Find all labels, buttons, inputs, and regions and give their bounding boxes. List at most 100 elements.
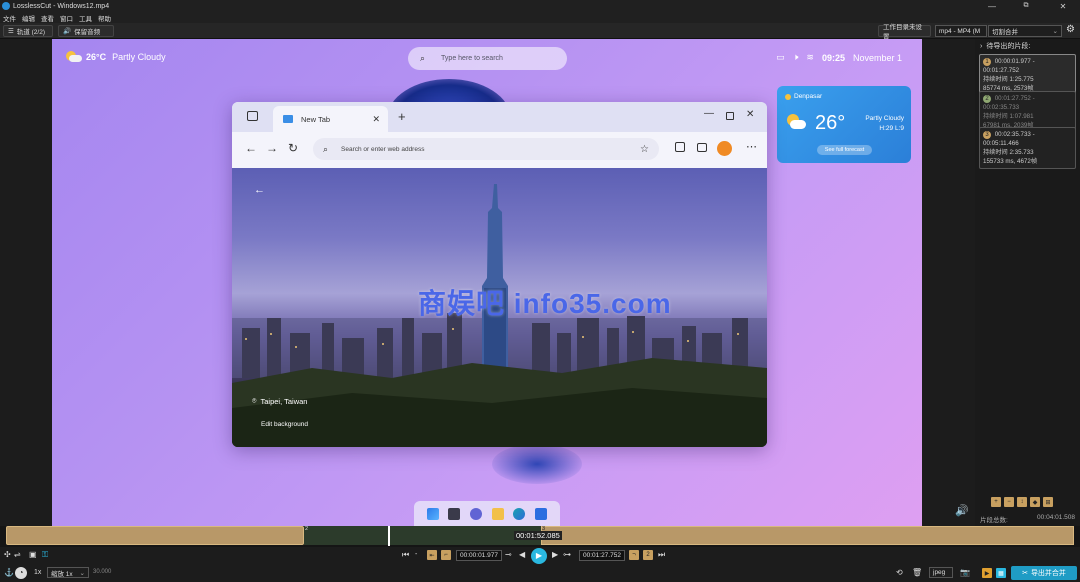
widget-forecast-button: See full forecast <box>817 145 872 155</box>
trash-icon[interactable]: 🗑 <box>912 568 922 578</box>
camera-icon[interactable]: 📷 <box>960 568 970 578</box>
timeline[interactable]: 2 3 00:01:52.085 <box>0 526 1080 547</box>
export-options-icon[interactable]: ▶ <box>982 568 992 578</box>
workdir-button[interactable]: 工作目录未设置 <box>878 24 931 41</box>
segment-item[interactable]: 1 00:00:01.977 - 00:01:27.752 持续时间 1:25.… <box>979 54 1076 96</box>
tab-strip: New Tab ✕ + — ✕ <box>232 102 767 132</box>
play-button[interactable]: ▶ <box>531 548 547 564</box>
wallpaper-orb-reflection <box>492 444 582 484</box>
forward-icon: → <box>266 141 278 155</box>
split-icon[interactable]: ⊞ <box>1043 497 1053 507</box>
tab-new-tab: New Tab ✕ <box>273 106 388 132</box>
keep-audio-label: 保留音频 <box>74 29 101 36</box>
add-segment-icon[interactable]: + <box>991 497 1001 507</box>
jump-start-icon[interactable]: ⏮ <box>402 550 409 560</box>
collections-icon <box>697 143 707 152</box>
segment-bar-3[interactable] <box>541 526 1074 545</box>
set-end-icon[interactable]: ¬ <box>629 550 639 560</box>
app-icon <box>2 2 10 10</box>
address-placeholder: Search or enter web address <box>341 145 425 153</box>
current-time: 00:01:52.085 <box>514 531 562 540</box>
close-button[interactable]: ✕ <box>1046 0 1080 12</box>
task-view-icon <box>448 508 461 520</box>
segments-header: 待导出的片段: <box>986 43 1031 50</box>
tab-actions-icon <box>247 111 258 121</box>
rotate-icon[interactable]: ⟲ <box>896 568 903 578</box>
refresh-icon: ↻ <box>288 141 299 155</box>
menu-help[interactable]: 帮助 <box>98 13 111 23</box>
weather-widget: Denpasar 26° Partly Cloudy H:29 L:9 See … <box>777 86 911 163</box>
segment-duration: 持续时间 1:07.981 <box>983 113 1034 120</box>
cut-end-icon[interactable]: ⊶ <box>563 550 571 560</box>
maximize-button[interactable]: ⧉ <box>1009 0 1043 12</box>
scissors-icon: ✂ <box>1022 570 1028 577</box>
minimize-button[interactable]: — <box>975 0 1009 12</box>
browser-maximize-icon <box>726 112 734 120</box>
star-icon: ☆ <box>640 143 649 155</box>
format-select[interactable]: mp4 - MP4 (M <box>935 25 987 37</box>
zoom-select[interactable]: 缩放 1x ⌄ <box>47 567 89 578</box>
calendar-icon[interactable]: ▦ <box>996 568 1006 578</box>
cut-start-icon[interactable]: ⊸ <box>505 550 512 560</box>
menu-file[interactable]: 文件 <box>3 13 16 23</box>
address-bar: ⌕ Search or enter web address ☆ <box>313 138 659 160</box>
mode-select[interactable]: 切割合并 ⌄ <box>988 25 1062 37</box>
format-value: mp4 - MP4 (M <box>939 27 981 35</box>
watermark-text: 商娱吧 info35.com <box>418 288 672 319</box>
screenshot-icon[interactable]: ▣ <box>29 550 37 560</box>
step-forward-icon[interactable]: ▶ <box>552 550 558 560</box>
step-back-icon[interactable]: ◀ <box>519 550 525 560</box>
mix-icon[interactable]: ⇌ <box>14 550 21 560</box>
speed-dial-icon[interactable]: ◔ <box>15 567 27 579</box>
browser-minimize-icon: — <box>704 108 714 119</box>
set-start-icon[interactable]: ⌐ <box>441 550 451 560</box>
menu-view[interactable]: 查看 <box>41 13 54 23</box>
playback-controls: ✣ ⇌ ▣ ⚿ ⏮ - ⇤ ⌐ 00:00:01.977 ⊸ ◀ ▶ ▶ ⊶ 0… <box>0 547 1080 565</box>
remove-segment-icon[interactable]: − <box>1004 497 1014 507</box>
capture-format-select[interactable]: jpeg <box>929 567 953 578</box>
video-player[interactable]: 26°C Partly Cloudy ⌕ Type here to search… <box>52 39 922 526</box>
key-icon[interactable]: ⚿ <box>42 550 48 560</box>
track-icon[interactable]: ⚓ <box>4 568 14 578</box>
playhead[interactable] <box>388 526 390 546</box>
nav-bar: ← → ↻ ⌕ Search or enter web address ☆ ⋯ <box>232 132 767 168</box>
menu-window[interactable]: 窗口 <box>60 13 73 23</box>
widget-desc: Partly Cloudy <box>865 115 904 122</box>
segment-number: 2 <box>983 95 991 103</box>
gear-icon[interactable]: ⚙ <box>1066 25 1075 35</box>
volume-icon: 🕨 <box>792 52 799 62</box>
fps-value: 30.000 <box>93 569 112 575</box>
bottom-bar: ⚓ ◔ 1x 缩放 1x ⌄ 30.000 ⟲ 🗑 jpeg 📷 ▶ ▦ ✂ 导… <box>0 565 1080 582</box>
end-time-field[interactable]: 00:01:27.752 <box>579 550 625 561</box>
menu-edit[interactable]: 编辑 <box>22 13 35 23</box>
jump-end-icon[interactable]: ⏭ <box>658 550 665 560</box>
segment-2-marker: 2 <box>305 526 309 532</box>
start-time-field[interactable]: 00:00:01.977 <box>456 550 502 561</box>
desktop-weather: 26°C Partly Cloudy <box>64 51 166 63</box>
tab-close-icon: ✕ <box>372 113 380 124</box>
prev-cut-icon[interactable]: ⇤ <box>427 550 437 560</box>
clock: 09:25 <box>821 52 845 63</box>
menu-tools[interactable]: 工具 <box>79 13 92 23</box>
reorder-icon[interactable]: ↕ <box>1017 497 1027 507</box>
new-tab-plus-icon: + <box>398 109 406 124</box>
location-text: Taipei, Taiwan <box>260 396 308 406</box>
segment-number: 1 <box>983 58 991 66</box>
keep-audio-button[interactable]: 🔊 保留音频 <box>58 25 114 37</box>
segment-bar-1[interactable] <box>6 526 304 545</box>
tracks-button[interactable]: ☰ 轨道 (2/2) <box>3 25 53 37</box>
volume-icon[interactable]: 🔊 <box>955 506 969 517</box>
export-button[interactable]: ✂ 导出并合并 <box>1011 566 1077 580</box>
tag-icon[interactable]: ◆ <box>1030 497 1040 507</box>
partly-cloudy-icon <box>64 51 82 63</box>
segment-bar-2[interactable] <box>304 526 541 545</box>
next-cut-icon[interactable]: 2 <box>643 550 653 560</box>
tab-title: New Tab <box>301 114 331 124</box>
export-label: 导出并合并 <box>1030 570 1066 577</box>
settings-icon[interactable]: ✣ <box>4 550 11 560</box>
zoom-value: 缩放 1x <box>51 570 73 578</box>
chevron-right-icon[interactable]: › <box>980 43 982 50</box>
browser-window: New Tab ✕ + — ✕ ← → ↻ ⌕ Search or enter … <box>232 102 767 447</box>
segment-item[interactable]: 3 00:02:35.733 - 00:05:11.466 持续时间 2:35.… <box>979 127 1076 169</box>
separator: - <box>415 551 418 558</box>
